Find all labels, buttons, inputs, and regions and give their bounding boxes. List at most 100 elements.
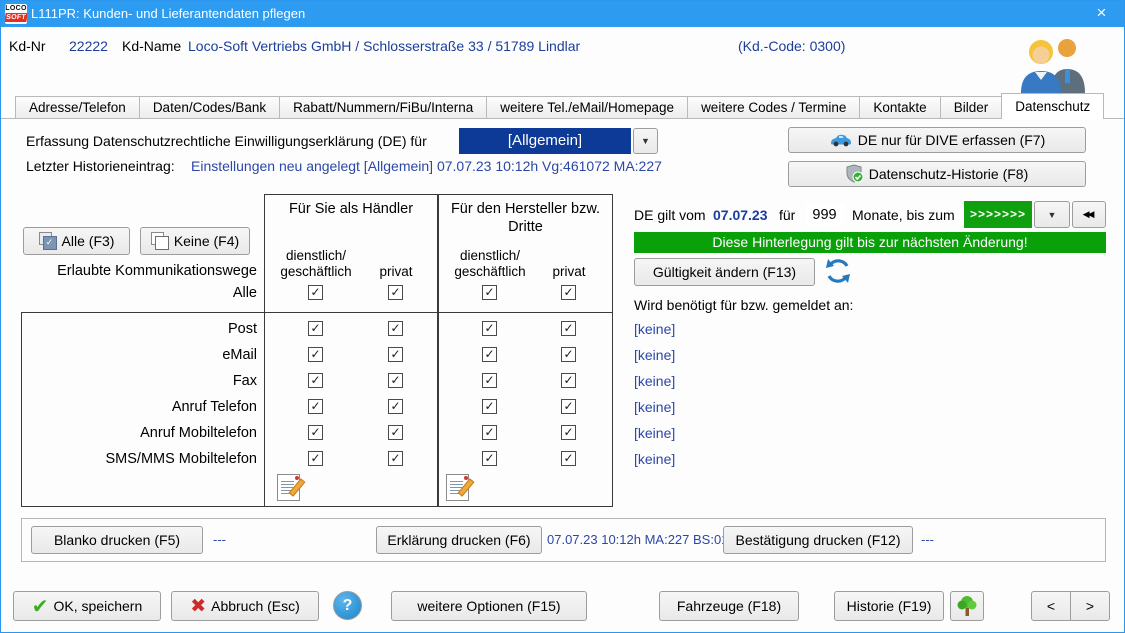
fuer-label: für (779, 207, 795, 223)
consent-checkbox[interactable]: ✓ (561, 347, 576, 362)
consent-checkbox[interactable]: ✓ (482, 425, 497, 440)
reported-item[interactable]: [keine] (634, 347, 675, 363)
prev-button[interactable]: < (1031, 591, 1071, 621)
datenschutz-historie-button[interactable]: Datenschutz-Historie (F8) (788, 161, 1086, 187)
consent-checkbox[interactable]: ✓ (482, 285, 497, 300)
abbruch-button[interactable]: ✖ Abbruch (Esc) (171, 591, 319, 621)
refresh-icon[interactable] (824, 257, 852, 285)
consent-checkbox[interactable]: ✓ (561, 399, 576, 414)
consent-checkbox[interactable]: ✓ (308, 425, 323, 440)
until-dropdown-icon[interactable]: ▼ (1034, 201, 1070, 228)
consent-checkbox[interactable]: ✓ (308, 399, 323, 414)
blanko-status: --- (213, 532, 226, 547)
group-haendler-title: Für Sie als Händler (264, 200, 438, 218)
row-label-email: eMail (1, 347, 257, 363)
alle-row-label: Alle (1, 285, 257, 301)
erklaerung-status: 07.07.23 10:12h MA:227 BS:01 (547, 532, 723, 547)
rewind-icon[interactable]: ◀◀ (1072, 201, 1106, 228)
consent-checkbox[interactable]: ✓ (308, 451, 323, 466)
consent-checkbox[interactable]: ✓ (482, 399, 497, 414)
consent-checkbox[interactable]: ✓ (388, 321, 403, 336)
reported-item[interactable]: [keine] (634, 373, 675, 389)
alle-button[interactable]: Alle (F3) (23, 227, 130, 255)
tab-weitere-codes-termine[interactable]: weitere Codes / Termine (687, 96, 860, 118)
help-icon[interactable]: ? (333, 591, 362, 620)
keine-button[interactable]: Keine (F4) (140, 227, 250, 255)
subhead-privat-1: privat (361, 264, 431, 280)
months-input[interactable] (805, 203, 844, 226)
consent-checkbox[interactable]: ✓ (308, 373, 323, 388)
consent-checkbox[interactable]: ✓ (308, 347, 323, 362)
tab-bilder[interactable]: Bilder (940, 96, 1003, 118)
scope-dropdown-icon[interactable]: ▼ (633, 128, 658, 154)
title-bar: LOCO SOFT L111PR: Kunden- und Lieferante… (1, 1, 1124, 27)
consent-checkbox[interactable]: ✓ (308, 285, 323, 300)
consent-checkbox[interactable]: ✓ (561, 373, 576, 388)
history-entry-value: Einstellungen neu angelegt [Allgemein] 0… (191, 158, 662, 174)
consent-checkbox[interactable]: ✓ (388, 451, 403, 466)
tab-rabatt-nummern-fibu[interactable]: Rabatt/Nummern/FiBu/Interna (279, 96, 487, 118)
edit-note-icon[interactable] (277, 474, 300, 501)
consent-checkbox[interactable]: ✓ (561, 425, 576, 440)
tab-weitere-tel-email[interactable]: weitere Tel./eMail/Homepage (486, 96, 688, 118)
valid-until-field[interactable]: >>>>>>> (964, 201, 1032, 228)
scope-select[interactable]: [Allgemein] (459, 128, 631, 154)
consent-checkbox[interactable]: ✓ (308, 321, 323, 336)
next-button[interactable]: > (1070, 591, 1110, 621)
capture-label: Erfassung Datenschutzrechtliche Einwilli… (26, 133, 427, 149)
weitere-optionen-button[interactable]: weitere Optionen (F15) (391, 591, 587, 621)
dive-capture-button[interactable]: DE nur für DIVE erfassen (F7) (788, 127, 1086, 153)
consent-checkbox[interactable]: ✓ (561, 321, 576, 336)
row-label-anruf-telefon: Anruf Telefon (1, 399, 257, 415)
bestaetigung-status: --- (921, 532, 934, 547)
historie-button[interactable]: Historie (F19) (834, 591, 944, 621)
x-icon: ✖ (190, 595, 206, 618)
subhead-dienstlich-2: dienstlich/geschäftlich (450, 248, 530, 280)
fahrzeuge-button[interactable]: Fahrzeuge (F18) (659, 591, 799, 621)
car-icon (829, 134, 853, 147)
gueltigkeit-aendern-button[interactable]: Gültigkeit ändern (F13) (634, 258, 815, 286)
window-title: L111PR: Kunden- und Lieferantendaten pfl… (31, 6, 305, 21)
consent-checkbox[interactable]: ✓ (388, 285, 403, 300)
consent-checkbox[interactable]: ✓ (561, 285, 576, 300)
reported-item[interactable]: [keine] (634, 425, 675, 441)
tab-datenschutz[interactable]: Datenschutz (1001, 93, 1104, 119)
tab-kontakte[interactable]: Kontakte (859, 96, 940, 118)
shield-check-icon (846, 164, 864, 184)
consent-checkbox[interactable]: ✓ (482, 373, 497, 388)
erklaerung-drucken-button[interactable]: Erklärung drucken (F6) (376, 526, 542, 554)
check-icon: ✔ (32, 594, 49, 619)
kommunikationswege-caption: Erlaubte Kommunikationswege (1, 263, 257, 279)
tree-view-button[interactable] (950, 591, 984, 621)
kdcode-value: (Kd.-Code: 0300) (738, 38, 845, 54)
row-label-anruf-mobil: Anruf Mobiltelefon (1, 425, 257, 441)
subhead-dienstlich-1: dienstlich/geschäftlich (276, 248, 356, 280)
bestaetigung-drucken-button[interactable]: Bestätigung drucken (F12) (723, 526, 913, 554)
reported-item[interactable]: [keine] (634, 321, 675, 337)
consent-checkbox[interactable]: ✓ (482, 321, 497, 336)
blanko-drucken-button[interactable]: Blanko drucken (F5) (31, 526, 203, 554)
tab-strip: Adresse/Telefon Daten/Codes/Bank Rabatt/… (1, 96, 1124, 119)
consent-checkbox[interactable]: ✓ (388, 347, 403, 362)
kdname-value: Loco-Soft Vertriebs GmbH / Schlosserstra… (188, 38, 580, 54)
app-window: LOCO SOFT L111PR: Kunden- und Lieferante… (0, 0, 1125, 633)
subhead-privat-2: privat (534, 264, 604, 280)
consent-checkbox[interactable]: ✓ (388, 425, 403, 440)
consent-checkbox[interactable]: ✓ (482, 451, 497, 466)
tree-icon (955, 594, 979, 618)
consent-checkbox[interactable]: ✓ (388, 399, 403, 414)
consent-checkbox[interactable]: ✓ (561, 451, 576, 466)
kdname-label: Kd-Name (122, 38, 181, 54)
consent-checkbox[interactable]: ✓ (482, 347, 497, 362)
tab-daten-codes-bank[interactable]: Daten/Codes/Bank (139, 96, 280, 118)
consent-checkbox[interactable]: ✓ (388, 373, 403, 388)
reported-item[interactable]: [keine] (634, 399, 675, 415)
kdnr-label: Kd-Nr (9, 38, 46, 54)
edit-note-icon[interactable] (446, 474, 469, 501)
loco-soft-logo-icon: LOCO SOFT (5, 4, 27, 24)
reported-item[interactable]: [keine] (634, 451, 675, 467)
kdnr-value: 22222 (69, 38, 108, 54)
ok-speichern-button[interactable]: ✔ OK, speichern (13, 591, 161, 621)
close-icon[interactable]: × (1079, 1, 1124, 27)
tab-adresse-telefon[interactable]: Adresse/Telefon (15, 96, 140, 118)
